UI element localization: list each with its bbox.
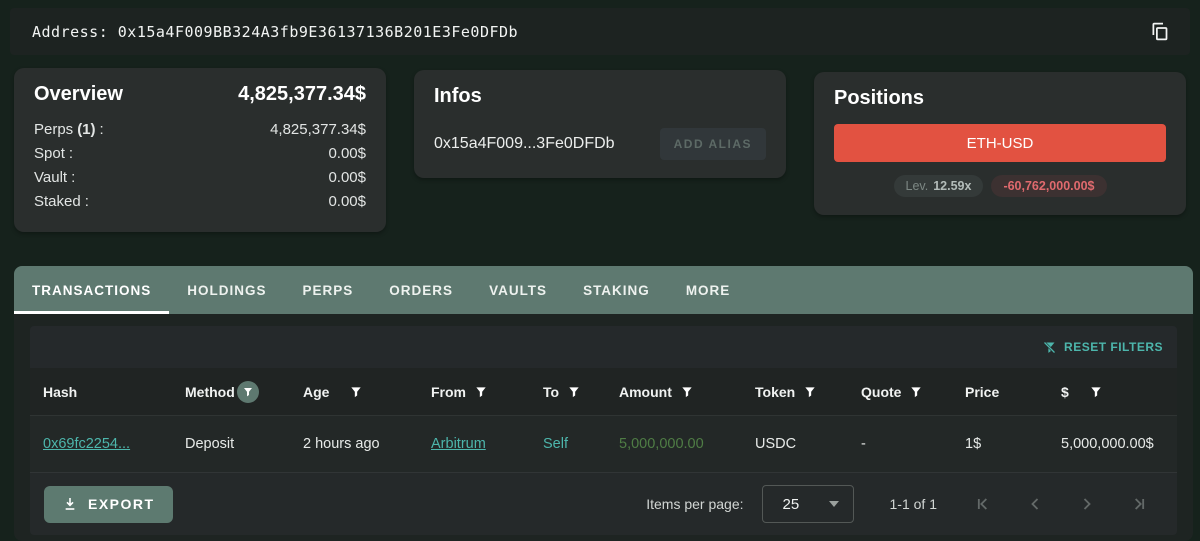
- overview-row-staked: Staked: 0.00$: [34, 190, 366, 214]
- short-address: 0x15a4F009...3Fe0DFDb: [434, 135, 615, 152]
- infos-title: Infos: [434, 85, 482, 107]
- copy-icon: [1149, 21, 1170, 42]
- tx-hash-link[interactable]: 0x69fc2254...: [43, 436, 130, 452]
- positions-title: Positions: [834, 87, 925, 109]
- col-method: Method: [172, 368, 290, 415]
- tab-orders[interactable]: ORDERS: [371, 266, 471, 314]
- tx-to-link[interactable]: Self: [543, 436, 568, 452]
- table-row: 0x69fc2254... Deposit 2 hours ago Arbitr…: [30, 415, 1177, 472]
- overview-title: Overview: [34, 83, 123, 105]
- export-button[interactable]: EXPORT: [44, 485, 173, 523]
- copy-address-button[interactable]: [1145, 17, 1174, 46]
- infos-card: Infos 0x15a4F009...3Fe0DFDb ADD ALIAS: [414, 70, 786, 178]
- from-filter-icon[interactable]: [474, 385, 488, 399]
- spot-value: 0.00$: [328, 145, 366, 162]
- transactions-panel: RESET FILTERS Hash Method Age From To Am…: [14, 314, 1193, 541]
- tx-quote: -: [861, 436, 866, 452]
- col-amount: Amount: [606, 368, 742, 415]
- col-hash: Hash: [43, 383, 78, 400]
- token-filter-icon[interactable]: [803, 385, 817, 399]
- method-filter-icon[interactable]: [236, 380, 259, 403]
- pagination-controls: Items per page: 25 1-1 of 1: [646, 485, 1153, 523]
- tx-price: 1$: [965, 436, 982, 452]
- to-filter-icon[interactable]: [567, 385, 581, 399]
- tab-holdings[interactable]: HOLDINGS: [169, 266, 284, 314]
- tab-staking[interactable]: STAKING: [565, 266, 668, 314]
- first-page-button[interactable]: [969, 490, 997, 518]
- overview-card: Overview 4,825,377.34$ Perps (1): 4,825,3…: [14, 68, 386, 232]
- vault-value: 0.00$: [328, 169, 366, 186]
- tab-transactions[interactable]: TRANSACTIONS: [14, 266, 170, 314]
- quote-filter-icon[interactable]: [909, 385, 923, 399]
- next-page-button[interactable]: [1073, 490, 1101, 518]
- address-value: 0x15a4F009BB324A3fb9E36137136B201E3Fe0DF…: [117, 22, 519, 41]
- overview-row-perps: Perps (1): 4,825,377.34$: [34, 118, 366, 142]
- overview-row-vault: Vault: 0.00$: [34, 166, 366, 190]
- tx-amount: 5,000,000.00: [619, 436, 704, 452]
- col-usd: $: [1048, 368, 1177, 415]
- summary-cards: Overview 4,825,377.34$ Perps (1): 4,825,3…: [14, 68, 1186, 232]
- add-alias-button[interactable]: ADD ALIAS: [659, 128, 766, 160]
- staked-value: 0.00$: [328, 193, 366, 210]
- tab-perps[interactable]: PERPS: [285, 266, 372, 314]
- table-footer: EXPORT Items per page: 25 1-1 of 1: [30, 472, 1177, 535]
- col-token: Token: [742, 368, 848, 415]
- table-header: Hash Method Age From To Amount Token Quo…: [30, 368, 1177, 415]
- address-text: Address: 0x15a4F009BB324A3fb9E36137136B2…: [32, 23, 518, 41]
- tab-vaults[interactable]: VAULTS: [471, 266, 565, 314]
- items-per-page-select[interactable]: 25: [761, 485, 854, 523]
- tx-age: 2 hours ago: [303, 436, 380, 452]
- address-label: Address:: [32, 22, 109, 41]
- address-bar: Address: 0x15a4F009BB324A3fb9E36137136B2…: [10, 8, 1190, 55]
- amount-filter-icon[interactable]: [680, 385, 694, 399]
- reset-filters-button[interactable]: RESET FILTERS: [1042, 340, 1163, 355]
- col-price: Price: [965, 383, 1000, 400]
- tx-from-link[interactable]: Arbitrum: [431, 436, 486, 452]
- tx-method: Deposit: [185, 436, 235, 452]
- perps-value: 4,825,377.34$: [270, 121, 366, 138]
- position-eth-usd-button[interactable]: ETH-USD: [834, 124, 1166, 162]
- last-page-button[interactable]: [1125, 490, 1153, 518]
- tx-usd: 5,000,000.00$: [1061, 436, 1154, 452]
- download-icon: [62, 496, 78, 512]
- chevron-down-icon: [828, 501, 839, 507]
- positions-card: Positions ETH-USD Lev. 12.59x -60,762,00…: [814, 72, 1186, 215]
- usd-filter-icon[interactable]: [1089, 385, 1103, 399]
- col-age: Age: [290, 368, 418, 415]
- overview-total: 4,825,377.34$: [238, 83, 366, 105]
- age-filter-icon[interactable]: [349, 385, 363, 399]
- tab-more[interactable]: MORE: [668, 266, 749, 314]
- page-range-label: 1-1 of 1: [889, 496, 937, 512]
- filter-off-icon: [1042, 340, 1057, 355]
- previous-page-button[interactable]: [1021, 490, 1049, 518]
- overview-row-spot: Spot: 0.00$: [34, 142, 366, 166]
- filters-bar: RESET FILTERS: [30, 326, 1177, 368]
- col-from: From: [418, 368, 530, 415]
- tx-token: USDC: [755, 436, 797, 452]
- pnl-badge: -60,762,000.00$: [991, 175, 1107, 197]
- col-quote: Quote: [848, 368, 952, 415]
- leverage-badge: Lev. 12.59x: [893, 175, 984, 197]
- section-tabbar: TRANSACTIONS HOLDINGS PERPS ORDERS VAULT…: [14, 266, 1193, 314]
- col-to: To: [530, 368, 606, 415]
- items-per-page-label: Items per page:: [646, 496, 744, 512]
